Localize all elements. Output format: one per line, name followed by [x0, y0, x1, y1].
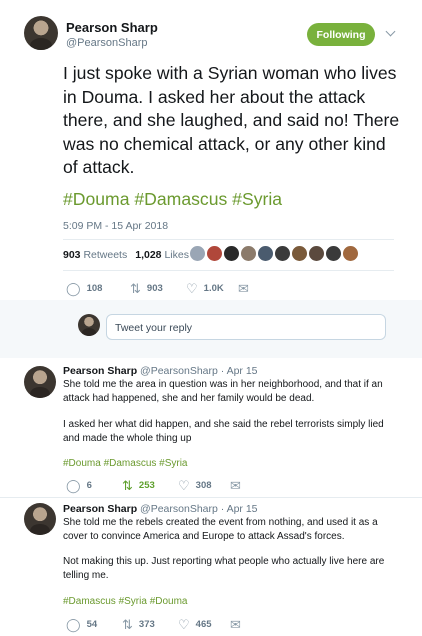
divider: [0, 497, 422, 498]
reply-icon: ◯: [66, 478, 81, 493]
reply-actions: ◯ 6 ⇅ 253 ♡ 308 ✉: [66, 479, 241, 492]
reply-author-name[interactable]: Pearson Sharp: [63, 365, 137, 377]
message-button[interactable]: ✉: [230, 618, 241, 631]
reply-meta[interactable]: @PearsonSharp · Apr 15: [140, 503, 257, 515]
liker-avatar[interactable]: [309, 246, 324, 261]
reply-header: Pearson Sharp @PearsonSharp · Apr 15: [63, 365, 258, 377]
like-button[interactable]: ♡ 465: [178, 618, 230, 631]
author-handle[interactable]: @PearsonSharp: [66, 37, 148, 49]
reply-button[interactable]: ◯ 6: [66, 479, 122, 492]
retweet-icon: ⇅: [122, 617, 133, 632]
reply-header: Pearson Sharp @PearsonSharp · Apr 15: [63, 503, 258, 515]
liker-avatar[interactable]: [292, 246, 307, 261]
retweet-button[interactable]: ⇅ 253: [122, 479, 178, 492]
envelope-icon: ✉: [238, 281, 249, 296]
liker-avatars: [190, 246, 358, 261]
like-button[interactable]: ♡ 308: [178, 479, 230, 492]
retweet-icon: ⇅: [130, 281, 141, 296]
reply-hashtags[interactable]: #Damascus #Syria #Douma: [63, 596, 188, 607]
tweet-text: I just spoke with a Syrian woman who liv…: [63, 63, 400, 177]
liker-avatar[interactable]: [258, 246, 273, 261]
like-button[interactable]: ♡ 1.0K: [186, 282, 238, 295]
retweets-stat[interactable]: 903 Retweets: [63, 249, 127, 261]
reply-text: She told me the rebels created the event…: [63, 517, 378, 542]
reply-actions: ◯ 54 ⇅ 373 ♡ 465 ✉: [66, 618, 241, 631]
liker-avatar[interactable]: [224, 246, 239, 261]
author-avatar[interactable]: [24, 16, 58, 50]
reply-text: She told me the area in question was in …: [63, 379, 383, 404]
envelope-icon: ✉: [230, 617, 241, 632]
message-button[interactable]: ✉: [238, 282, 249, 295]
author-name[interactable]: Pearson Sharp: [66, 20, 158, 35]
heart-icon: ♡: [186, 281, 198, 296]
liker-avatar[interactable]: [207, 246, 222, 261]
heart-icon: ♡: [178, 617, 190, 632]
liker-avatar[interactable]: [241, 246, 256, 261]
reply-icon: ◯: [66, 281, 81, 296]
tweet-stats: 903 Retweets 1,028 Likes: [63, 249, 189, 261]
divider: [63, 239, 394, 240]
user-avatar: [78, 314, 100, 336]
reply-meta[interactable]: @PearsonSharp · Apr 15: [140, 365, 257, 377]
reply-icon: ◯: [66, 617, 81, 632]
reply-hashtags[interactable]: #Douma #Damascus #Syria: [63, 458, 188, 469]
envelope-icon: ✉: [230, 478, 241, 493]
reply-author-avatar[interactable]: [24, 503, 56, 535]
liker-avatar[interactable]: [190, 246, 205, 261]
divider: [63, 270, 394, 271]
reply-text: Not making this up. Just reporting what …: [63, 556, 385, 581]
tweet-timestamp[interactable]: 5:09 PM - 15 Apr 2018: [63, 220, 168, 232]
reply-author-avatar[interactable]: [24, 366, 56, 398]
retweet-button[interactable]: ⇅ 373: [122, 618, 178, 631]
reply-button[interactable]: ◯ 108: [66, 282, 130, 295]
liker-avatar[interactable]: [275, 246, 290, 261]
likes-stat[interactable]: 1,028 Likes: [135, 249, 189, 261]
following-button[interactable]: Following: [307, 23, 375, 46]
chevron-down-icon[interactable]: [385, 26, 396, 37]
retweet-icon: ⇅: [122, 478, 133, 493]
tweet-actions: ◯ 108 ⇅ 903 ♡ 1.0K ✉: [66, 282, 249, 295]
tweet-hashtags[interactable]: #Douma #Damascus #Syria: [63, 189, 282, 210]
reply-button[interactable]: ◯ 54: [66, 618, 122, 631]
reply-author-name[interactable]: Pearson Sharp: [63, 503, 137, 515]
message-button[interactable]: ✉: [230, 479, 241, 492]
heart-icon: ♡: [178, 478, 190, 493]
liker-avatar[interactable]: [343, 246, 358, 261]
reply-text: I asked her what did happen, and she sai…: [63, 419, 384, 444]
reply-input[interactable]: Tweet your reply: [106, 314, 386, 340]
liker-avatar[interactable]: [326, 246, 341, 261]
retweet-button[interactable]: ⇅ 903: [130, 282, 186, 295]
